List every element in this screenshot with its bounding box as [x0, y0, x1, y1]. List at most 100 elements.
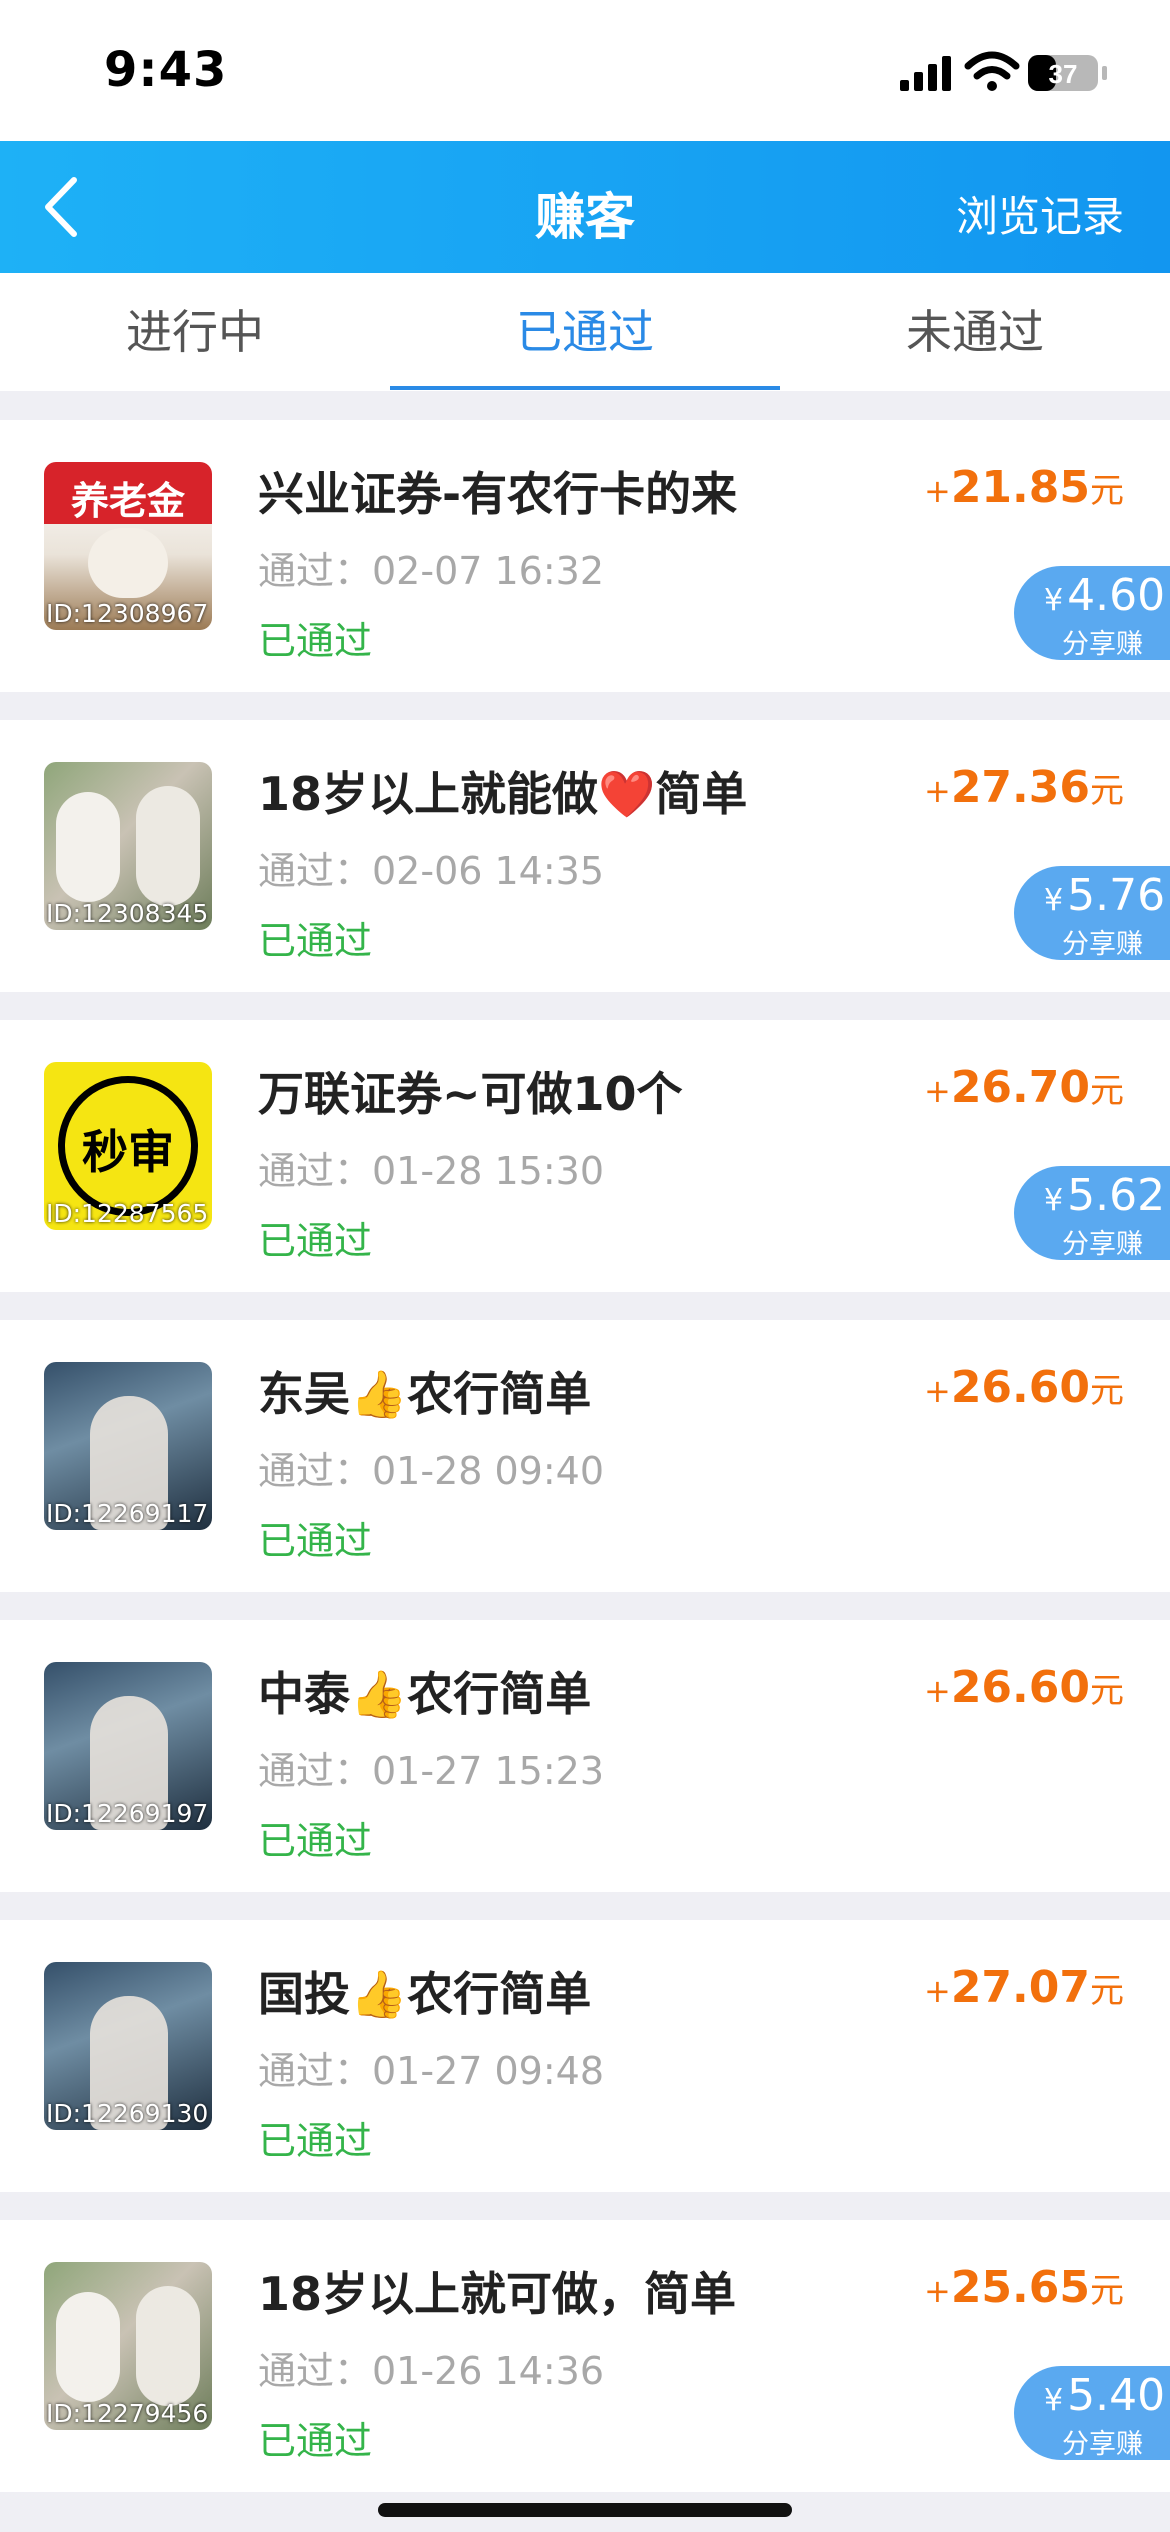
task-thumbnail: ID:12279456 — [44, 2262, 212, 2430]
reward-amount: 27.36 — [950, 762, 1090, 813]
task-card[interactable]: ID:12269197 中泰👍农行简单 通过：01-27 15:23 已通过 +… — [0, 1620, 1170, 1892]
task-card[interactable]: 秒审 ID:12287565 万联证券~可做10个 通过：01-28 15:30… — [0, 1020, 1170, 1292]
status-icons: 37 — [870, 0, 1170, 141]
reward-amount: 26.60 — [950, 1362, 1090, 1413]
task-list: 养老金 ID:12308967 兴业证券-有农行卡的来 通过：02-07 16:… — [0, 420, 1170, 2520]
signal-icon — [900, 56, 951, 91]
task-card[interactable]: ID:12279456 18岁以上就可做，简单 通过：01-26 14:36 已… — [0, 2220, 1170, 2492]
task-id: ID:12269117 — [46, 1499, 209, 1528]
task-title: 中泰👍农行简单 — [258, 1667, 592, 1721]
share-earn-button[interactable]: ¥5.62 分享赚 — [1014, 1166, 1170, 1260]
task-thumbnail: ID:12308345 — [44, 762, 212, 930]
thumb-rabbit-left — [56, 2292, 120, 2402]
reward-amount: 27.07 — [950, 1962, 1090, 2013]
task-pass-time: 通过：01-28 15:30 — [258, 1149, 605, 1193]
share-value: 4.60 — [1067, 570, 1166, 621]
task-reward: +26.70元 — [924, 1062, 1124, 1113]
share-label: 分享赚 — [1062, 2429, 1143, 2460]
reward-amount: 26.70 — [950, 1062, 1090, 1113]
wifi-icon — [964, 51, 1020, 91]
status-time: 9:43 — [104, 42, 228, 98]
task-thumbnail: 秒审 ID:12287565 — [44, 1062, 212, 1230]
share-earn-button[interactable]: ¥4.60 分享赚 — [1014, 566, 1170, 660]
task-reward: +21.85元 — [924, 462, 1124, 513]
status-bar: 9:43 37 — [0, 0, 1170, 141]
tab-in-progress[interactable]: 进行中 — [0, 273, 390, 391]
share-earn-button[interactable]: ¥5.40 分享赚 — [1014, 2366, 1170, 2460]
share-amount: ¥5.76 — [1044, 870, 1165, 921]
share-amount: ¥4.60 — [1044, 570, 1165, 621]
share-label: 分享赚 — [1062, 629, 1143, 660]
share-earn-button[interactable]: ¥5.76 分享赚 — [1014, 866, 1170, 960]
reward-unit: 元 — [1090, 1971, 1124, 2011]
task-title: 兴业证券-有农行卡的来 — [258, 467, 738, 521]
reward-amount: 25.65 — [950, 2262, 1090, 2313]
task-title: 国投👍农行简单 — [258, 1967, 592, 2021]
task-title: 18岁以上就可做，简单 — [258, 2267, 737, 2321]
reward-unit: 元 — [1090, 1071, 1124, 1111]
tab-rejected[interactable]: 未通过 — [780, 273, 1170, 391]
reward-unit: 元 — [1090, 2271, 1124, 2311]
reward-sign: + — [924, 1072, 951, 1110]
share-amount: ¥5.62 — [1044, 1170, 1165, 1221]
reward-sign: + — [924, 1672, 951, 1710]
reward-amount: 26.60 — [950, 1662, 1090, 1713]
task-card[interactable]: ID:12269117 东吴👍农行简单 通过：01-28 09:40 已通过 +… — [0, 1320, 1170, 1592]
thumb-caption: 秒审 — [82, 1125, 174, 1179]
task-title: 万联证券~可做10个 — [258, 1067, 683, 1121]
reward-sign: + — [924, 2272, 951, 2310]
share-label: 分享赚 — [1062, 1229, 1143, 1260]
reward-sign: + — [924, 472, 951, 510]
task-card[interactable]: ID:12308345 18岁以上就能做❤️简单 通过：02-06 14:35 … — [0, 720, 1170, 992]
reward-sign: + — [924, 772, 951, 810]
task-title: 东吴👍农行简单 — [258, 1367, 592, 1421]
task-card[interactable]: ID:12269130 国投👍农行简单 通过：01-27 09:48 已通过 +… — [0, 1920, 1170, 2192]
tab-approved[interactable]: 已通过 — [390, 273, 780, 391]
share-label: 分享赚 — [1062, 929, 1143, 960]
thumb-mascot — [88, 528, 168, 598]
home-indicator — [378, 2503, 792, 2517]
reward-unit: 元 — [1090, 471, 1124, 511]
task-id: ID:12308967 — [46, 599, 209, 628]
task-reward: +27.36元 — [924, 762, 1124, 813]
task-id: ID:12308345 — [46, 899, 209, 928]
thumb-rabbit-right — [136, 786, 200, 906]
battery-level: 37 — [1049, 59, 1078, 89]
task-status: 已通过 — [258, 1219, 373, 1263]
reward-unit: 元 — [1090, 1671, 1124, 1711]
task-id: ID:12279456 — [46, 2399, 209, 2428]
task-reward: +26.60元 — [924, 1662, 1124, 1713]
task-status: 已通过 — [258, 2419, 373, 2463]
task-status: 已通过 — [258, 919, 373, 963]
reward-unit: 元 — [1090, 771, 1124, 811]
task-status: 已通过 — [258, 1819, 373, 1863]
active-tab-indicator — [390, 386, 780, 390]
task-pass-time: 通过：01-27 15:23 — [258, 1749, 605, 1793]
browse-history-button[interactable]: 浏览记录 — [956, 183, 1124, 244]
yen-symbol: ¥ — [1044, 1183, 1064, 1218]
reward-amount: 21.85 — [950, 462, 1090, 513]
task-card[interactable]: 养老金 ID:12308967 兴业证券-有农行卡的来 通过：02-07 16:… — [0, 420, 1170, 692]
task-pass-time: 通过：01-27 09:48 — [258, 2049, 605, 2093]
task-reward: +25.65元 — [924, 2262, 1124, 2313]
nav-bar: 赚客 浏览记录 — [0, 141, 1170, 273]
thumb-rabbit-left — [56, 792, 120, 902]
reward-unit: 元 — [1090, 1371, 1124, 1411]
share-value: 5.62 — [1067, 1170, 1166, 1221]
reward-sign: + — [924, 1972, 951, 2010]
thumb-rabbit-right — [136, 2286, 200, 2406]
task-reward: +27.07元 — [924, 1962, 1124, 2013]
thumb-caption: 养老金 — [70, 479, 185, 523]
task-pass-time: 通过：01-26 14:36 — [258, 2349, 605, 2393]
task-id: ID:12269130 — [46, 2099, 209, 2128]
yen-symbol: ¥ — [1044, 2383, 1064, 2418]
task-status: 已通过 — [258, 619, 373, 663]
task-thumbnail: ID:12269117 — [44, 1362, 212, 1530]
task-pass-time: 通过：01-28 09:40 — [258, 1449, 605, 1493]
task-pass-time: 通过：02-06 14:35 — [258, 849, 605, 893]
share-value: 5.40 — [1067, 2370, 1166, 2421]
task-title: 18岁以上就能做❤️简单 — [258, 767, 748, 821]
task-status: 已通过 — [258, 2119, 373, 2163]
yen-symbol: ¥ — [1044, 583, 1064, 618]
task-thumbnail: 养老金 ID:12308967 — [44, 462, 212, 630]
